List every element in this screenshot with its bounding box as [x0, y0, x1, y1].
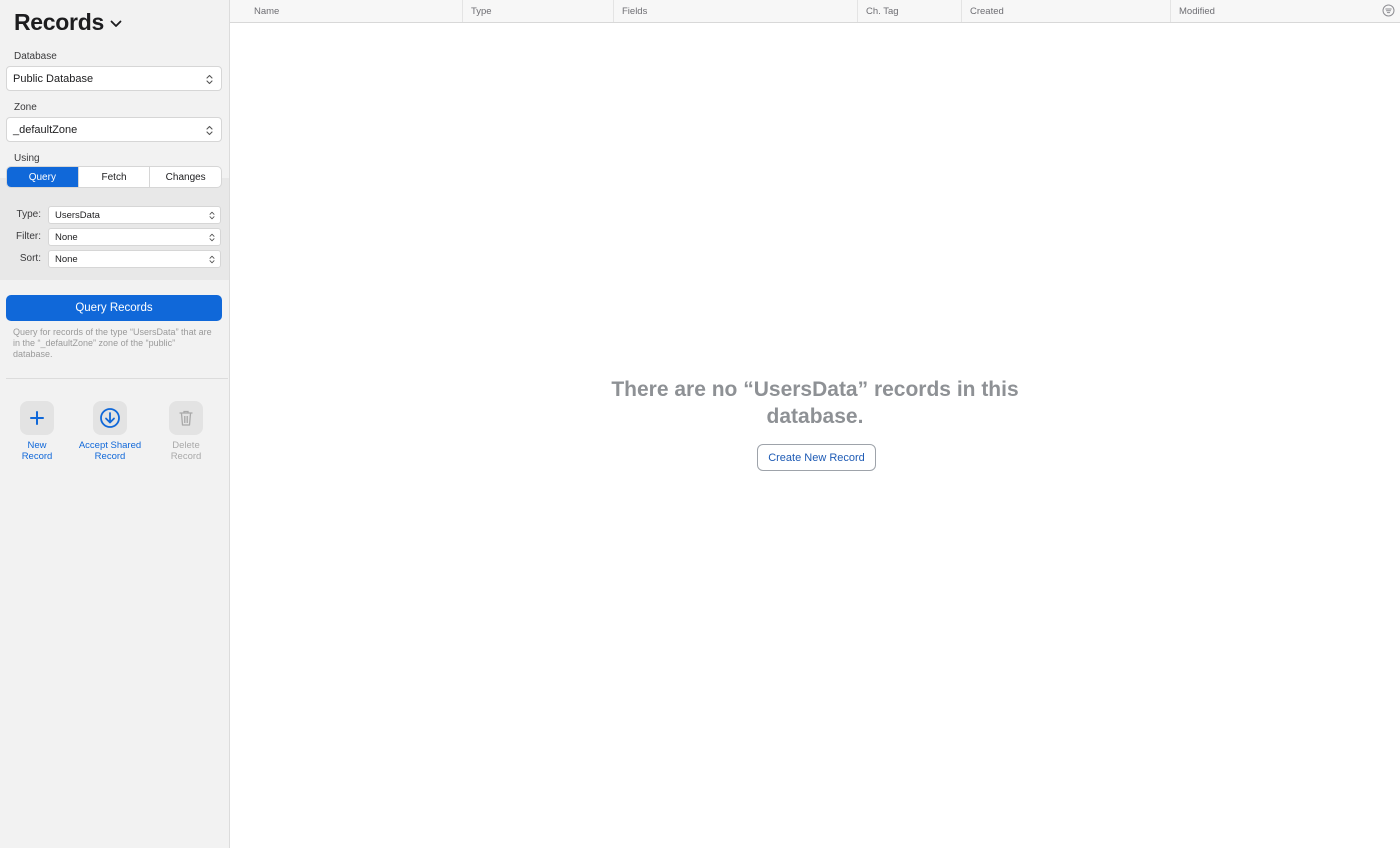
updown-chevron-icon	[209, 255, 215, 264]
sort-label: Sort:	[19, 253, 41, 264]
column-header-type[interactable]: Type	[462, 0, 613, 22]
type-label: Type:	[16, 209, 41, 220]
table-header: Name Type Fields Ch. Tag Created Modifie…	[230, 0, 1400, 23]
filter-label: Filter:	[16, 231, 41, 242]
type-select-value: UsersData	[55, 209, 100, 221]
segment-query[interactable]: Query	[7, 167, 79, 187]
using-segmented-control: Query Fetch Changes	[6, 166, 222, 188]
type-select[interactable]: UsersData	[48, 206, 221, 224]
updown-chevron-icon	[206, 125, 213, 136]
plus-icon	[20, 401, 54, 435]
updown-chevron-icon	[209, 233, 215, 242]
column-header-created[interactable]: Created	[961, 0, 1170, 22]
new-record-label: New Record	[21, 440, 53, 462]
download-circle-icon	[93, 401, 127, 435]
zone-label: Zone	[14, 102, 37, 113]
page-title: Records	[14, 9, 104, 35]
new-record-action[interactable]: New Record	[2, 401, 72, 462]
records-title-menu[interactable]: Records	[14, 9, 122, 36]
updown-chevron-icon	[206, 74, 213, 85]
filter-select-value: None	[55, 231, 78, 243]
sort-select-value: None	[55, 253, 78, 265]
database-select[interactable]: Public Database	[6, 66, 222, 91]
sort-select[interactable]: None	[48, 250, 221, 268]
updown-chevron-icon	[209, 211, 215, 220]
column-header-change-tag[interactable]: Ch. Tag	[857, 0, 961, 22]
trash-icon	[169, 401, 203, 435]
column-options-icon[interactable]	[1382, 4, 1395, 17]
chevron-down-icon	[110, 20, 122, 27]
column-header-modified[interactable]: Modified	[1170, 0, 1370, 22]
query-help-text: Query for records of the type “UsersData…	[13, 327, 212, 359]
cloudkit-records-window: Records Database Public Database Zone _d…	[0, 0, 1400, 848]
segment-changes[interactable]: Changes	[150, 167, 221, 187]
type-row: Type: UsersData	[0, 206, 229, 224]
database-label: Database	[14, 51, 57, 62]
create-new-record-button[interactable]: Create New Record	[757, 444, 876, 471]
column-header-name[interactable]: Name	[246, 0, 462, 22]
column-header-fields[interactable]: Fields	[613, 0, 857, 22]
delete-record-label: Delete Record	[170, 440, 202, 462]
query-options-panel: Type: UsersData Filter: None Sort: None	[0, 178, 229, 280]
sidebar: Records Database Public Database Zone _d…	[0, 0, 230, 848]
zone-select[interactable]: _defaultZone	[6, 117, 222, 142]
records-table-area: Name Type Fields Ch. Tag Created Modifie…	[230, 0, 1400, 848]
database-select-value: Public Database	[13, 72, 94, 85]
filter-select[interactable]: None	[48, 228, 221, 246]
filter-row: Filter: None	[0, 228, 229, 246]
accept-shared-record-label: Accept Shared Record	[78, 440, 142, 462]
zone-select-value: _defaultZone	[13, 123, 78, 136]
segment-fetch[interactable]: Fetch	[79, 167, 151, 187]
sidebar-divider	[6, 378, 228, 379]
using-label: Using	[14, 153, 40, 164]
sort-row: Sort: None	[0, 250, 229, 268]
accept-shared-record-action[interactable]: Accept Shared Record	[75, 401, 145, 462]
empty-state-message: There are no “UsersData” records in this…	[611, 378, 1019, 428]
delete-record-action[interactable]: Delete Record	[151, 401, 221, 462]
query-records-button[interactable]: Query Records	[6, 295, 222, 321]
